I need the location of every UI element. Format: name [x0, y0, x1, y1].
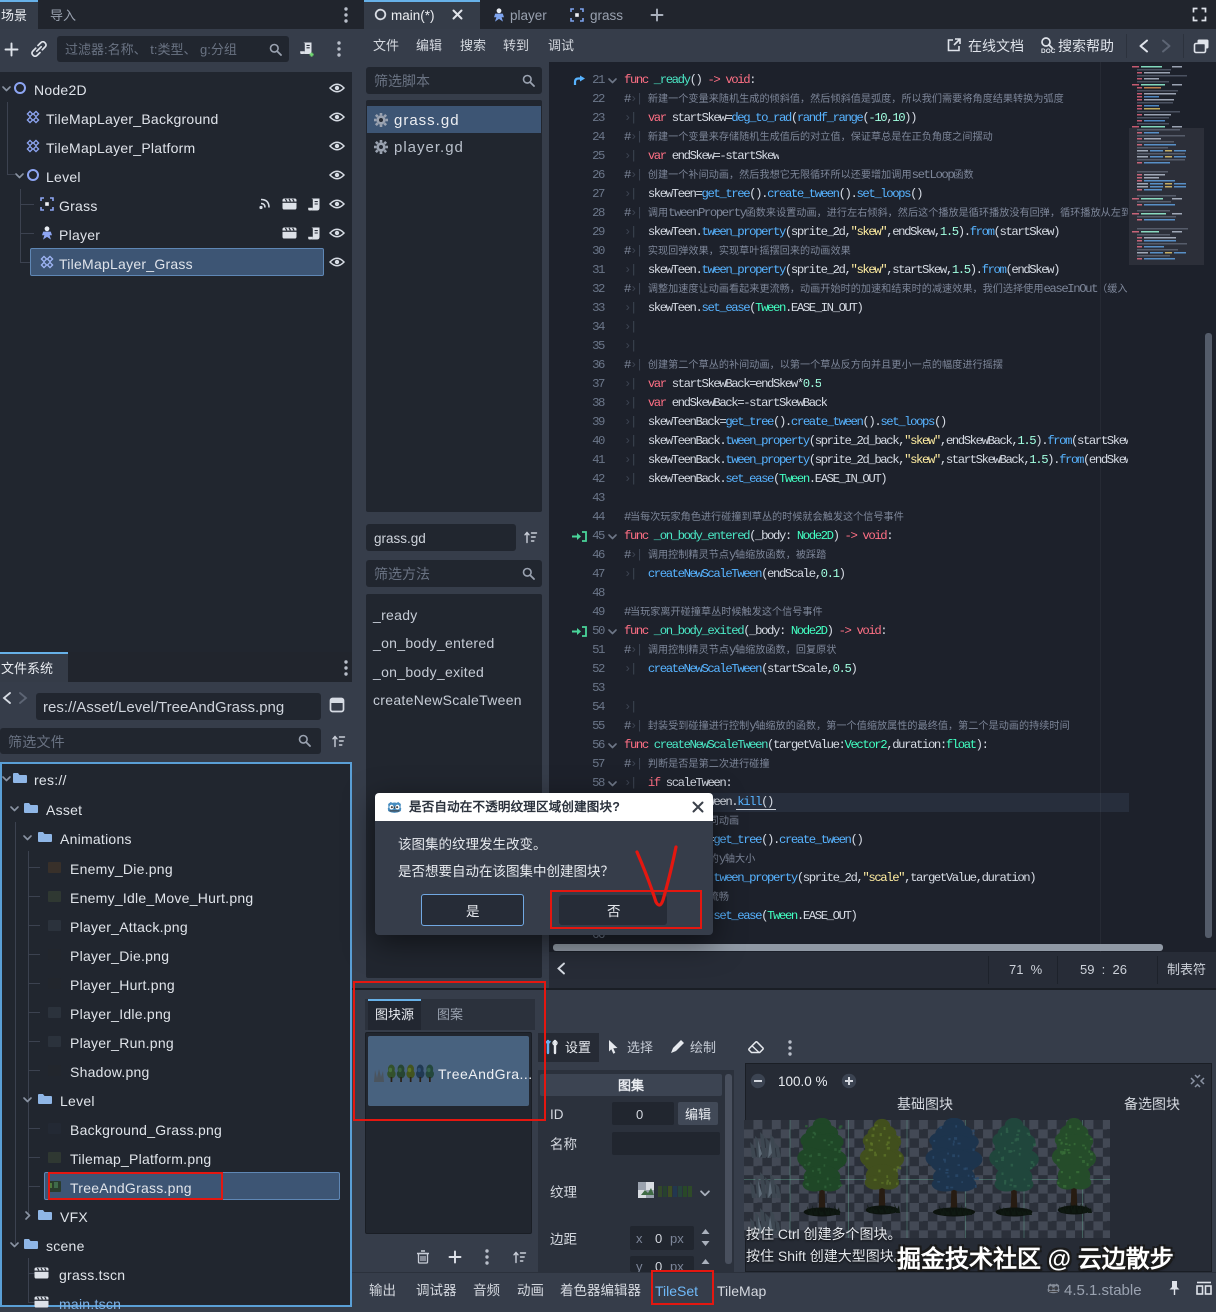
svg-text:DOC: DOC: [1041, 48, 1056, 54]
